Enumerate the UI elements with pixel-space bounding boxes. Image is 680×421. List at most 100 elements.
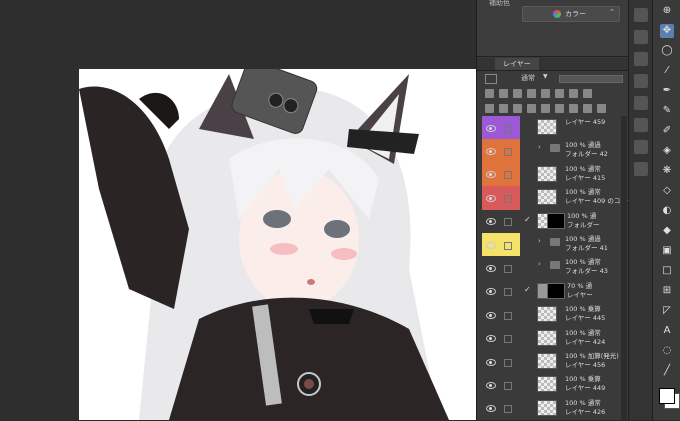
zoom-icon[interactable]: ⊕ xyxy=(660,4,674,18)
blend-mode-select[interactable]: 通常 xyxy=(521,73,535,83)
correction-icon[interactable]: ╱ xyxy=(660,364,674,378)
palette-icon[interactable] xyxy=(583,89,592,98)
speech-balloon-icon[interactable]: ◌ xyxy=(660,344,674,358)
canvas-area[interactable] xyxy=(0,0,476,420)
pencil-icon[interactable]: ✎ xyxy=(660,104,674,118)
layer-row[interactable]: ✓ 100 % 通フォルダー xyxy=(477,209,629,234)
reference-icon[interactable] xyxy=(513,89,522,98)
blend-mode-row: 通常 ▼ xyxy=(477,71,629,85)
layer-lock-checkbox[interactable] xyxy=(504,265,512,274)
layer-info: 100 % 通過 フォルダー 42 xyxy=(565,141,608,159)
eye-icon[interactable] xyxy=(486,311,496,319)
layer-lock-checkbox[interactable] xyxy=(504,241,512,250)
layers-panel-button[interactable] xyxy=(634,140,648,154)
trash-icon[interactable] xyxy=(597,104,606,113)
decoration-icon[interactable]: ❋ xyxy=(660,164,674,178)
text-tool-icon[interactable]: A xyxy=(660,324,674,338)
mask-add-icon[interactable] xyxy=(555,104,564,113)
layer-preview-icon[interactable] xyxy=(485,74,497,84)
ruler-icon[interactable] xyxy=(555,89,564,98)
airbrush-icon[interactable]: ◈ xyxy=(660,144,674,158)
lock-icon[interactable] xyxy=(485,89,494,98)
opacity-slider[interactable] xyxy=(559,75,623,83)
layer-lock-checkbox[interactable] xyxy=(504,218,512,227)
main-color-swatch[interactable] xyxy=(659,388,675,404)
new-vector-layer-icon[interactable] xyxy=(499,104,508,113)
layer-lock-checkbox[interactable] xyxy=(504,405,512,414)
artwork-canvas[interactable] xyxy=(79,69,476,420)
tab-layers[interactable]: レイヤー xyxy=(495,58,539,70)
lasso-icon[interactable]: ◯ xyxy=(660,44,674,58)
chevron-right-icon[interactable]: › xyxy=(538,143,541,151)
layer-lock-checkbox[interactable] xyxy=(504,358,512,367)
shape-icon[interactable]: □ xyxy=(660,264,674,278)
color-mode-select[interactable]: カラー ⌃ xyxy=(522,6,620,22)
layer-lock-checkbox[interactable] xyxy=(504,335,512,344)
layer-lock-checkbox[interactable] xyxy=(504,382,512,391)
layer-row[interactable]: 100 % 乗算 レイヤー 449 xyxy=(477,373,629,398)
copy-layer-icon[interactable] xyxy=(583,104,592,113)
eye-icon[interactable] xyxy=(486,265,496,273)
transfer-down-icon[interactable] xyxy=(527,104,536,113)
eye-icon[interactable] xyxy=(486,288,496,296)
panel-button-2[interactable] xyxy=(634,30,648,44)
eye-icon[interactable] xyxy=(486,405,496,413)
layer-lock-checkbox[interactable] xyxy=(504,311,512,320)
layer-row[interactable]: レイヤー 459 xyxy=(477,116,629,141)
eye-icon[interactable] xyxy=(486,124,496,132)
layer-row[interactable]: ✓ 70 % 通レイヤー xyxy=(477,279,629,305)
layer-properties-button[interactable] xyxy=(634,162,648,176)
eye-icon[interactable] xyxy=(486,382,496,390)
merge-down-icon[interactable] xyxy=(541,104,550,113)
panel-button-6[interactable] xyxy=(634,118,648,132)
panel-button-4[interactable] xyxy=(634,74,648,88)
layer-lock-checkbox[interactable] xyxy=(504,148,512,157)
layer-list[interactable]: レイヤー 459 › 100 % 通過 フォルダー 42 100 % 通常 レイヤー 41… xyxy=(477,116,633,421)
panel-button-3[interactable] xyxy=(634,52,648,66)
new-raster-layer-icon[interactable] xyxy=(485,104,494,113)
blend-tool-icon[interactable]: ◐ xyxy=(660,204,674,218)
lock-transparency-icon[interactable] xyxy=(527,89,536,98)
layer-row[interactable]: › 100 % 通過 フォルダー 41 xyxy=(477,233,629,258)
eye-icon[interactable] xyxy=(486,358,496,366)
layer-row[interactable]: › 100 % 通常 フォルダー 43 xyxy=(477,256,629,281)
eye-icon[interactable] xyxy=(486,241,496,249)
layer-row[interactable]: 100 % 通常 レイヤー 426 xyxy=(477,396,629,421)
layer-lock-checkbox[interactable] xyxy=(504,171,512,180)
layer-lock-checkbox[interactable] xyxy=(504,124,512,133)
eraser-icon[interactable]: ◇ xyxy=(660,184,674,198)
apply-mask-icon[interactable] xyxy=(569,104,578,113)
layer-row[interactable]: 100 % 通常 レイヤー 409 のコピー xyxy=(477,186,633,211)
layer-row[interactable]: 100 % 乗算 レイヤー 445 xyxy=(477,303,629,328)
layer-name: レイヤー 415 xyxy=(565,173,606,182)
eye-icon[interactable] xyxy=(486,335,496,343)
layer-row[interactable]: 100 % 通常 レイヤー 415 xyxy=(477,162,629,188)
layer-lock-checkbox[interactable] xyxy=(504,194,512,203)
panel-button-5[interactable] xyxy=(634,96,648,110)
layer-row[interactable]: 100 % 通常 レイヤー 424 xyxy=(477,326,629,351)
layer-scrollbar[interactable] xyxy=(621,116,627,420)
clip-icon[interactable] xyxy=(499,89,508,98)
layer-mode: 100 % 乗算 xyxy=(565,375,601,384)
lock-pixels-icon[interactable] xyxy=(569,89,578,98)
ruler-tool-icon[interactable]: ◸ xyxy=(660,304,674,318)
mask-icon[interactable] xyxy=(541,89,550,98)
frame-icon[interactable]: ⊞ xyxy=(660,284,674,298)
layer-lock-checkbox[interactable] xyxy=(504,288,512,297)
eyedropper-icon[interactable]: ⁄ xyxy=(660,64,674,78)
layer-info: 100 % 通常 レイヤー 426 xyxy=(565,399,605,417)
fill-icon[interactable]: ◆ xyxy=(660,224,674,238)
panel-button-1[interactable] xyxy=(634,8,648,22)
brush-icon[interactable]: ✐ xyxy=(660,124,674,138)
chevron-right-icon[interactable]: › xyxy=(538,260,541,268)
eye-icon[interactable] xyxy=(486,194,496,202)
layer-row[interactable]: 100 % 加算(発光) レイヤー 456 xyxy=(477,350,629,375)
chevron-right-icon[interactable]: › xyxy=(538,237,541,245)
layer-row[interactable]: › 100 % 通過 フォルダー 42 xyxy=(477,139,629,164)
gradient-icon[interactable]: ▣ xyxy=(660,244,674,258)
pen-icon[interactable]: ✒ xyxy=(660,84,674,98)
layer-info: 100 % 乗算 レイヤー 449 xyxy=(565,375,605,393)
new-folder-icon[interactable] xyxy=(513,104,522,113)
move-icon[interactable]: ✥ xyxy=(660,24,674,38)
eye-icon[interactable] xyxy=(486,218,496,226)
